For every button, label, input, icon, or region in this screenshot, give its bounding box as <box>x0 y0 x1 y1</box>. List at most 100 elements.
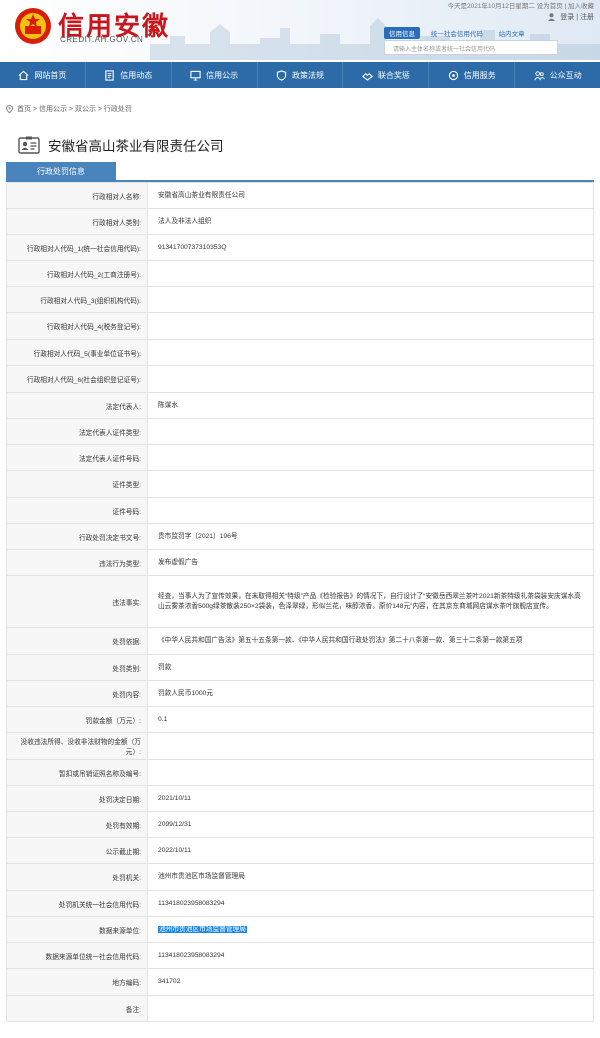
user-icon <box>548 13 556 22</box>
search-tabs: 信用信息 统一社会信用代码 站内文章 <box>384 27 534 39</box>
field-value <box>147 339 594 366</box>
nav-public-interaction[interactable]: 公众互动 <box>515 62 600 88</box>
breadcrumb-text[interactable]: 首页 > 信用公示 > 双公示 > 行政处罚 <box>17 104 132 114</box>
table-row: 备注: <box>6 995 594 1022</box>
search-tab-credit-info[interactable]: 信用信息 <box>384 27 420 39</box>
field-value: 0.1 <box>147 706 594 733</box>
field-value: 贵市监罚字〔2021〕196号 <box>147 523 594 550</box>
search-tab-credit-code[interactable]: 统一社会信用代码 <box>426 27 488 39</box>
monitor-icon <box>190 70 201 81</box>
field-value: 11341802395808329​4 <box>147 890 594 917</box>
field-value: 法人及非法人组织 <box>147 208 594 235</box>
table-row: 法定代表人证件号码: <box>6 444 594 471</box>
field-label: 行政相对人代码_4(税务登记号): <box>6 312 148 340</box>
field-value: 罚款人民币1000元 <box>147 680 594 707</box>
table-row: 行政相对人代码_1(统一社会信用代码): 91341700737310353Q <box>6 234 594 261</box>
account-links: 登录 | 注册 <box>548 12 594 22</box>
shield-icon <box>276 69 287 81</box>
field-label: 罚款金额（万元）: <box>6 706 148 733</box>
field-value: 《中华人民共和国广告法》第五十五条第一款、《中华人民共和国行政处罚法》第二十八条… <box>147 627 594 655</box>
field-value: 2099/12/31 <box>147 811 594 838</box>
table-row: 处罚机关: 池州市贵池区市场监督管理局 <box>6 863 594 891</box>
nav-credit-service[interactable]: 信用服务 <box>429 62 516 88</box>
table-row: 行政相对人代码_2(工商注册号): <box>6 260 594 287</box>
field-label: 公示截止期: <box>6 837 148 864</box>
field-label: 处罚机关: <box>6 863 148 891</box>
tab-penalty-info[interactable]: 行政处罚信息 <box>6 162 116 181</box>
field-value: 陈谋水 <box>147 392 594 419</box>
field-value: 罚款 <box>147 654 594 681</box>
nav-label: 信用公示 <box>206 70 239 80</box>
nav-label: 信用动态 <box>120 70 153 80</box>
search-tab-articles[interactable]: 站内文章 <box>494 27 530 39</box>
search-input[interactable]: 请输入主体名称或者统一社会信用代码 <box>384 40 558 55</box>
table-row: 罚款金额（万元）: 0.1 <box>6 706 594 733</box>
national-emblem-icon <box>15 8 51 44</box>
field-label: 违法事实: <box>6 575 148 628</box>
nav-credit-publicity[interactable]: 信用公示 <box>172 62 258 88</box>
table-row: 行政相对人名称: 安徽省高山茶业有限责任公司 <box>6 182 594 209</box>
nav-label: 政策法规 <box>292 70 324 80</box>
table-row: 行政相对人代码_6(社会组织登记证号): <box>6 365 594 393</box>
field-value <box>147 497 594 524</box>
id-card-icon <box>18 136 40 154</box>
field-label: 行政相对人代码_5(事业单位证书号): <box>6 339 148 366</box>
field-label: 没收违法所得、没收非法财物的金额（万元）: <box>6 732 148 760</box>
table-row: 法定代表人: 陈谋水 <box>6 392 594 419</box>
table-row: 处罚机关统一社会信用代码: 11341802395808329​4 <box>6 890 594 917</box>
login-link[interactable]: 登录 <box>560 14 574 21</box>
table-row: 行政相对人代码_3(组织机构代码): <box>6 286 594 313</box>
field-value <box>147 418 594 445</box>
breadcrumb: 首页 > 信用公示 > 双公示 > 行政处罚 <box>6 104 132 114</box>
field-value: 341702 <box>147 968 594 996</box>
date-and-links[interactable]: 今天是2021年10月12日星期二 设为首页 | 加入收藏 <box>447 0 594 10</box>
nav-policy[interactable]: 政策法规 <box>258 62 344 88</box>
company-title: 安徽省高山茶业有限责任公司 <box>18 135 224 155</box>
site-logo-url: CREDIT.AH.GOV.CN <box>60 35 144 44</box>
field-label: 行政处罚决定书文号: <box>6 523 148 550</box>
field-label: 地方编码: <box>6 968 148 996</box>
table-row: 处罚有效期: 2099/12/31 <box>6 811 594 838</box>
field-value: 113418023958083294 <box>147 942 594 969</box>
field-value: 池州市贵池区市场监督管理局 <box>147 863 594 891</box>
field-value: 发布虚假广告 <box>147 549 594 576</box>
field-label: 处罚内容: <box>6 680 148 707</box>
field-value <box>147 312 594 340</box>
field-label: 法定代表人: <box>6 392 148 419</box>
field-label: 行政相对人名称: <box>6 182 148 209</box>
field-label: 处罚机关统一社会信用代码: <box>6 890 148 917</box>
table-row: 行政相对人类别: 法人及非法人组织 <box>6 208 594 235</box>
nav-label: 联合奖惩 <box>377 70 410 80</box>
table-row: 没收违法所得、没收非法财物的金额（万元）: <box>6 732 594 760</box>
field-value <box>147 732 594 760</box>
nav-credit-news[interactable]: 信用动态 <box>86 62 172 88</box>
field-value <box>147 470 594 498</box>
field-value: 经查，当事人为了宣传效果，在未取得相关“特级”产品《检验报告》的情况下，自行设计… <box>147 575 594 628</box>
company-name: 安徽省高山茶业有限责任公司 <box>48 139 224 154</box>
field-label: 违法行为类型: <box>6 549 148 576</box>
field-label: 证件号码: <box>6 497 148 524</box>
table-row: 违法行为类型: 发布虚假广告 <box>6 549 594 576</box>
document-icon <box>105 69 114 81</box>
field-label: 数据来源单位: <box>6 916 148 943</box>
field-label: 行政相对人类别: <box>6 208 148 235</box>
field-value <box>147 286 594 313</box>
nav-joint-rewards[interactable]: 联合奖惩 <box>343 62 430 88</box>
nav-label: 网站首页 <box>34 70 67 80</box>
register-link[interactable]: 注册 <box>580 14 594 21</box>
nav-label: 公众互动 <box>549 70 582 80</box>
field-value: 池州市贵池区市场监督管理局 <box>147 916 594 943</box>
field-value: 安徽省高山茶业有限责任公司 <box>147 182 594 209</box>
field-label: 证件类型: <box>6 470 148 498</box>
location-pin-icon <box>6 105 13 113</box>
field-label: 行政相对人代码_3(组织机构代码): <box>6 286 148 313</box>
table-row: 证件类型: <box>6 470 594 498</box>
table-row: 数据来源单位: 池州市贵池区市场监督管理局 <box>6 916 594 943</box>
table-row: 行政相对人代码_5(事业单位证书号): <box>6 339 594 366</box>
field-value: 2021/10/11 <box>147 785 594 812</box>
nav-home[interactable]: 网站首页 <box>0 62 86 88</box>
field-label: 法定代表人证件号码: <box>6 444 148 471</box>
table-row: 违法事实: 经查，当事人为了宣传效果，在未取得相关“特级”产品《检验报告》的情况下… <box>6 575 594 628</box>
table-row: 地方编码: 341702 <box>6 968 594 996</box>
field-label: 暂扣或吊销证照名称及编号: <box>6 759 148 786</box>
